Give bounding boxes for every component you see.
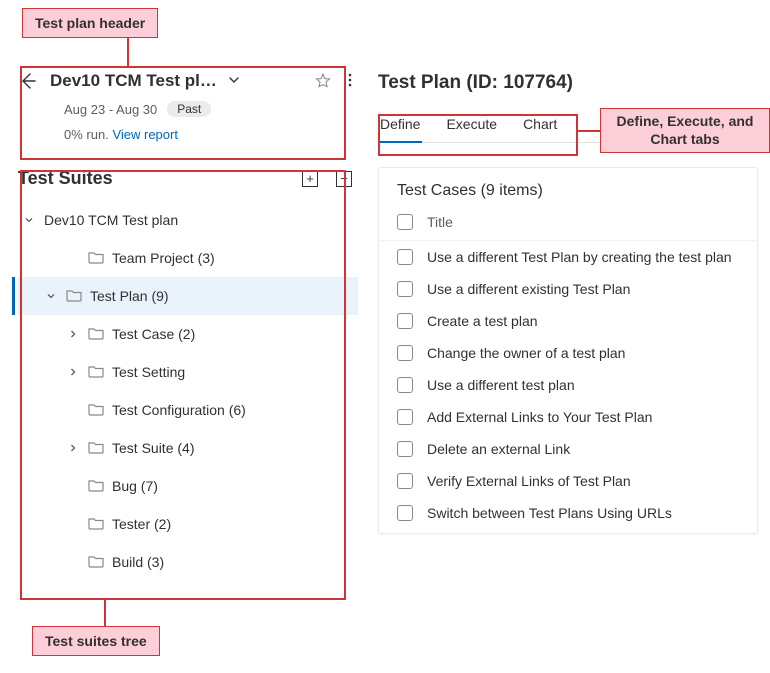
test-cases-card: Test Cases (9 items) Title Use a differe… xyxy=(378,167,758,534)
tree-row[interactable]: Test Plan (9) xyxy=(18,277,358,315)
row-checkbox[interactable] xyxy=(397,505,413,521)
more-icon[interactable] xyxy=(342,72,358,91)
tree-label: Build (3) xyxy=(112,554,164,570)
annotation-line xyxy=(127,38,129,66)
tree-label: Test Configuration (6) xyxy=(112,402,246,418)
folder-icon xyxy=(88,250,104,267)
tree-row[interactable]: Test Configuration (6) xyxy=(18,391,358,429)
row-checkbox[interactable] xyxy=(397,249,413,265)
plan-progress-text: 0% run. xyxy=(64,127,109,142)
row-checkbox[interactable] xyxy=(397,281,413,297)
suites-section: Test Suites + − Dev10 TCM Test plan Team … xyxy=(18,168,358,581)
case-title: Switch between Test Plans Using URLs xyxy=(427,505,672,521)
tree-row[interactable]: Bug (7) xyxy=(18,467,358,505)
tree-row[interactable]: Test Setting xyxy=(18,353,358,391)
tree-row[interactable]: Team Project (3) xyxy=(18,239,358,277)
caret-icon[interactable] xyxy=(22,214,36,226)
suite-tree: Dev10 TCM Test plan Team Project (3) Test … xyxy=(18,201,358,581)
collapse-all-button[interactable]: − xyxy=(336,171,352,187)
folder-icon xyxy=(66,288,82,305)
tree-label: Bug (7) xyxy=(112,478,158,494)
favorite-icon[interactable] xyxy=(314,72,332,90)
folder-icon xyxy=(88,326,104,343)
tree-label: Test Suite (4) xyxy=(112,440,194,456)
table-row[interactable]: Verify External Links of Test Plan xyxy=(379,465,757,497)
table-row[interactable]: Use a different existing Test Plan xyxy=(379,273,757,305)
case-title: Use a different existing Test Plan xyxy=(427,281,630,297)
case-title: Create a test plan xyxy=(427,313,538,329)
tree-row[interactable]: Dev10 TCM Test plan xyxy=(18,201,358,239)
folder-icon xyxy=(88,440,104,457)
tree-label: Test Plan (9) xyxy=(90,288,169,304)
tree-row[interactable]: Test Case (2) xyxy=(18,315,358,353)
table-row[interactable]: Delete an external Link xyxy=(379,433,757,465)
row-checkbox[interactable] xyxy=(397,441,413,457)
folder-icon xyxy=(88,402,104,419)
folder-icon xyxy=(88,478,104,495)
tab-execute[interactable]: Execute xyxy=(444,108,499,142)
table-header-row: Title xyxy=(379,210,757,241)
table-row[interactable]: Change the owner of a test plan xyxy=(379,337,757,369)
case-title: Add External Links to Your Test Plan xyxy=(427,409,652,425)
case-title: Use a different Test Plan by creating th… xyxy=(427,249,732,265)
chevron-down-icon[interactable] xyxy=(227,73,241,90)
case-title: Verify External Links of Test Plan xyxy=(427,473,631,489)
tree-label: Test Case (2) xyxy=(112,326,195,342)
annotation-tabs: Define, Execute, and Chart tabs xyxy=(600,108,770,153)
tab-chart[interactable]: Chart xyxy=(521,108,559,142)
annotation-tree: Test suites tree xyxy=(32,626,160,656)
back-icon[interactable] xyxy=(18,71,38,91)
expand-all-button[interactable]: + xyxy=(302,171,318,187)
plan-header: Dev10 TCM Test pl… Aug 23 - Aug 30 Past … xyxy=(18,63,358,154)
row-checkbox[interactable] xyxy=(397,409,413,425)
case-title: Delete an external Link xyxy=(427,441,570,457)
row-checkbox[interactable] xyxy=(397,377,413,393)
tree-row[interactable]: Build (3) xyxy=(18,543,358,581)
row-checkbox[interactable] xyxy=(397,313,413,329)
page-title: Test Plan (ID: 107764) xyxy=(378,72,758,94)
tree-label: Test Setting xyxy=(112,364,185,380)
folder-icon xyxy=(88,516,104,533)
table-row[interactable]: Use a different Test Plan by creating th… xyxy=(379,241,757,273)
tree-row[interactable]: Test Suite (4) xyxy=(18,429,358,467)
row-checkbox[interactable] xyxy=(397,345,413,361)
left-panel: Dev10 TCM Test pl… Aug 23 - Aug 30 Past … xyxy=(18,63,358,581)
case-title: Use a different test plan xyxy=(427,377,575,393)
tree-label: Tester (2) xyxy=(112,516,171,532)
case-title: Change the owner of a test plan xyxy=(427,345,625,361)
test-cases-title: Test Cases (9 items) xyxy=(379,182,757,210)
caret-icon[interactable] xyxy=(66,366,80,378)
caret-icon[interactable] xyxy=(66,442,80,454)
plan-title[interactable]: Dev10 TCM Test pl… xyxy=(46,71,217,91)
table-row[interactable]: Add External Links to Your Test Plan xyxy=(379,401,757,433)
annotation-header: Test plan header xyxy=(22,8,158,38)
tab-define[interactable]: Define xyxy=(378,108,422,142)
plan-date-range: Aug 23 - Aug 30 xyxy=(64,102,157,117)
past-badge: Past xyxy=(167,101,211,117)
annotation-line xyxy=(578,130,600,132)
row-checkbox[interactable] xyxy=(397,473,413,489)
tree-row[interactable]: Tester (2) xyxy=(18,505,358,543)
suites-title: Test Suites xyxy=(18,168,113,189)
tree-label: Team Project (3) xyxy=(112,250,215,266)
table-row[interactable]: Create a test plan xyxy=(379,305,757,337)
folder-icon xyxy=(88,364,104,381)
folder-icon xyxy=(88,554,104,571)
view-report-link[interactable]: View report xyxy=(112,127,178,142)
select-all-checkbox[interactable] xyxy=(397,214,413,230)
table-row[interactable]: Use a different test plan xyxy=(379,369,757,401)
table-row[interactable]: Switch between Test Plans Using URLs xyxy=(379,497,757,529)
caret-icon[interactable] xyxy=(44,290,58,302)
annotation-line xyxy=(104,600,106,626)
tree-label: Dev10 TCM Test plan xyxy=(44,212,178,228)
column-header-title[interactable]: Title xyxy=(427,214,453,230)
caret-icon[interactable] xyxy=(66,328,80,340)
